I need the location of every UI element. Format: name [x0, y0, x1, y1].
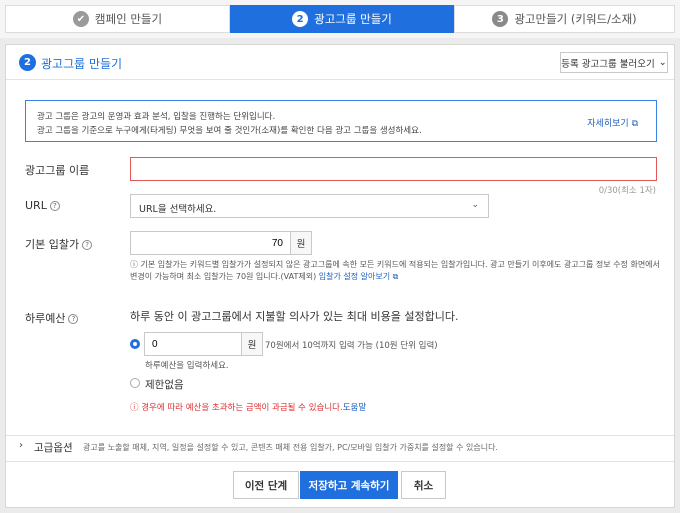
advanced-description: 광고를 노출할 매체, 지역, 일정을 설정할 수 있고, 콘텐츠 매체 전용 …: [83, 443, 498, 452]
budget-label-wrap: 하루예산?: [25, 310, 79, 326]
load-adgroup-button[interactable]: 등록 광고그룹 불러오기 ⌄: [560, 52, 668, 73]
step-campaign: ✔ 캠페인 만들기: [5, 5, 230, 33]
bid-note: ⓘ 기본 입찰가는 키워드별 입찰가가 설정되지 않은 광고그룹에 속한 모든 …: [130, 259, 660, 283]
info-line-1: 광고 그룹은 광고의 운영과 효과 분석, 입찰을 진행하는 단위입니다.: [37, 112, 276, 122]
step-badge: 2: [19, 54, 36, 71]
help-icon[interactable]: ?: [68, 314, 79, 324]
step-ad-label: 광고만들기 (키워드/소재): [514, 12, 637, 26]
url-label: URL: [25, 199, 47, 212]
warning-text: 경우에 따라 예산을 초과하는 금액이 과금될 수 있습니다.: [141, 403, 343, 413]
step-campaign-label: 캠페인 만들기: [94, 12, 163, 26]
adgroup-name-input[interactable]: [130, 157, 657, 181]
step-ad: 3 광고만들기 (키워드/소재): [454, 5, 675, 33]
progress-stepper: ✔ 캠페인 만들기 2 광고그룹 만들기 3 광고만들기 (키워드/소재): [0, 0, 680, 38]
unlimited-label: 제한없음: [145, 379, 184, 391]
cancel-button[interactable]: 취소: [401, 471, 446, 499]
step-ad-number: 3: [492, 11, 509, 27]
help-link[interactable]: 도움말: [343, 403, 366, 413]
step-adgroup-label: 광고그룹 만들기: [314, 12, 392, 26]
adgroup-name-label: 광고그룹 이름: [25, 164, 90, 177]
budget-limit-radio[interactable]: [130, 339, 140, 349]
info-icon: ⓘ: [130, 260, 141, 269]
check-icon: ✔: [72, 11, 89, 27]
load-adgroup-label: 등록 광고그룹 불러오기: [561, 58, 655, 70]
budget-description: 하루 동안 이 광고그룹에서 지불할 의사가 있는 최대 비용을 설정합니다.: [130, 310, 459, 323]
budget-error: 하루예산을 입력하세요.: [145, 361, 229, 371]
warning-icon: ⓘ: [130, 403, 142, 413]
detail-link[interactable]: 자세히보기 ⧉: [587, 117, 638, 131]
step-adgroup: 2 광고그룹 만들기: [230, 5, 454, 33]
budget-input[interactable]: [144, 332, 242, 356]
url-label-wrap: URL?: [25, 199, 60, 212]
adgroup-form-panel: 2 광고그룹 만들기 등록 광고그룹 불러오기 ⌄ 광고 그룹은 광고의 운영과…: [5, 44, 675, 508]
chevron-right-icon: ›: [19, 440, 23, 451]
budget-hint: 70원에서 10억까지 입력 가능 (10원 단위 입력): [265, 341, 438, 351]
help-icon[interactable]: ?: [82, 240, 93, 250]
external-link-icon: ⧉: [392, 272, 399, 281]
budget-label: 하루예산: [25, 312, 66, 325]
info-line-2: 광고 그룹을 기준으로 누구에게(타게팅) 무엇을 보여 줄 것인가(소재)를 …: [37, 126, 422, 136]
advanced-options[interactable]: › 고급옵션 광고를 노출할 매체, 지역, 일정을 설정할 수 있고, 콘텐츠…: [6, 435, 674, 455]
help-icon[interactable]: ?: [49, 201, 60, 211]
step-adgroup-number: 2: [292, 11, 309, 27]
bid-guide-link[interactable]: 입찰가 설정 알아보기 ⧉: [319, 272, 399, 281]
chevron-down-icon: ⌄: [471, 200, 479, 210]
advanced-title: 고급옵션: [34, 442, 73, 454]
page-title: 광고그룹 만들기: [41, 57, 123, 71]
url-select[interactable]: URL을 선택하세요. ⌄: [130, 194, 489, 218]
form-footer: 이전 단계 저장하고 계속하기 취소: [6, 461, 674, 507]
bid-unit: 원: [291, 231, 312, 255]
save-continue-button[interactable]: 저장하고 계속하기: [300, 471, 398, 499]
url-select-value: URL을 선택하세요.: [139, 204, 217, 215]
budget-unit: 원: [242, 332, 263, 356]
info-box: 광고 그룹은 광고의 운영과 효과 분석, 입찰을 진행하는 단위입니다. 광고…: [25, 100, 657, 142]
bid-input[interactable]: [130, 231, 291, 255]
prev-step-button[interactable]: 이전 단계: [233, 471, 299, 499]
budget-warning: ⓘ 경우에 따라 예산을 초과하는 금액이 과금될 수 있습니다.도움말: [130, 401, 366, 413]
bid-label: 기본 입찰가: [25, 238, 80, 251]
budget-unlimited-radio[interactable]: [130, 378, 140, 388]
chevron-down-icon: ⌄: [658, 57, 667, 68]
external-link-icon: ⧉: [631, 119, 638, 129]
detail-link-label: 자세히보기: [587, 119, 629, 129]
bid-label-wrap: 기본 입찰가?: [25, 236, 93, 252]
bid-guide-link-label: 입찰가 설정 알아보기: [318, 272, 391, 281]
bid-note-line-1: 기본 입찰가는 키워드별 입찰가가 설정되지 않은 광고그룹에 속한 모든 키워…: [140, 260, 660, 269]
name-counter: 0/30(최소 1자): [598, 186, 656, 196]
panel-header: 2 광고그룹 만들기 등록 광고그룹 불러오기 ⌄: [6, 45, 674, 80]
bid-note-line-2: 변경이 가능하며 최소 입찰가는 70원 입니다.(VAT제외): [130, 272, 317, 281]
